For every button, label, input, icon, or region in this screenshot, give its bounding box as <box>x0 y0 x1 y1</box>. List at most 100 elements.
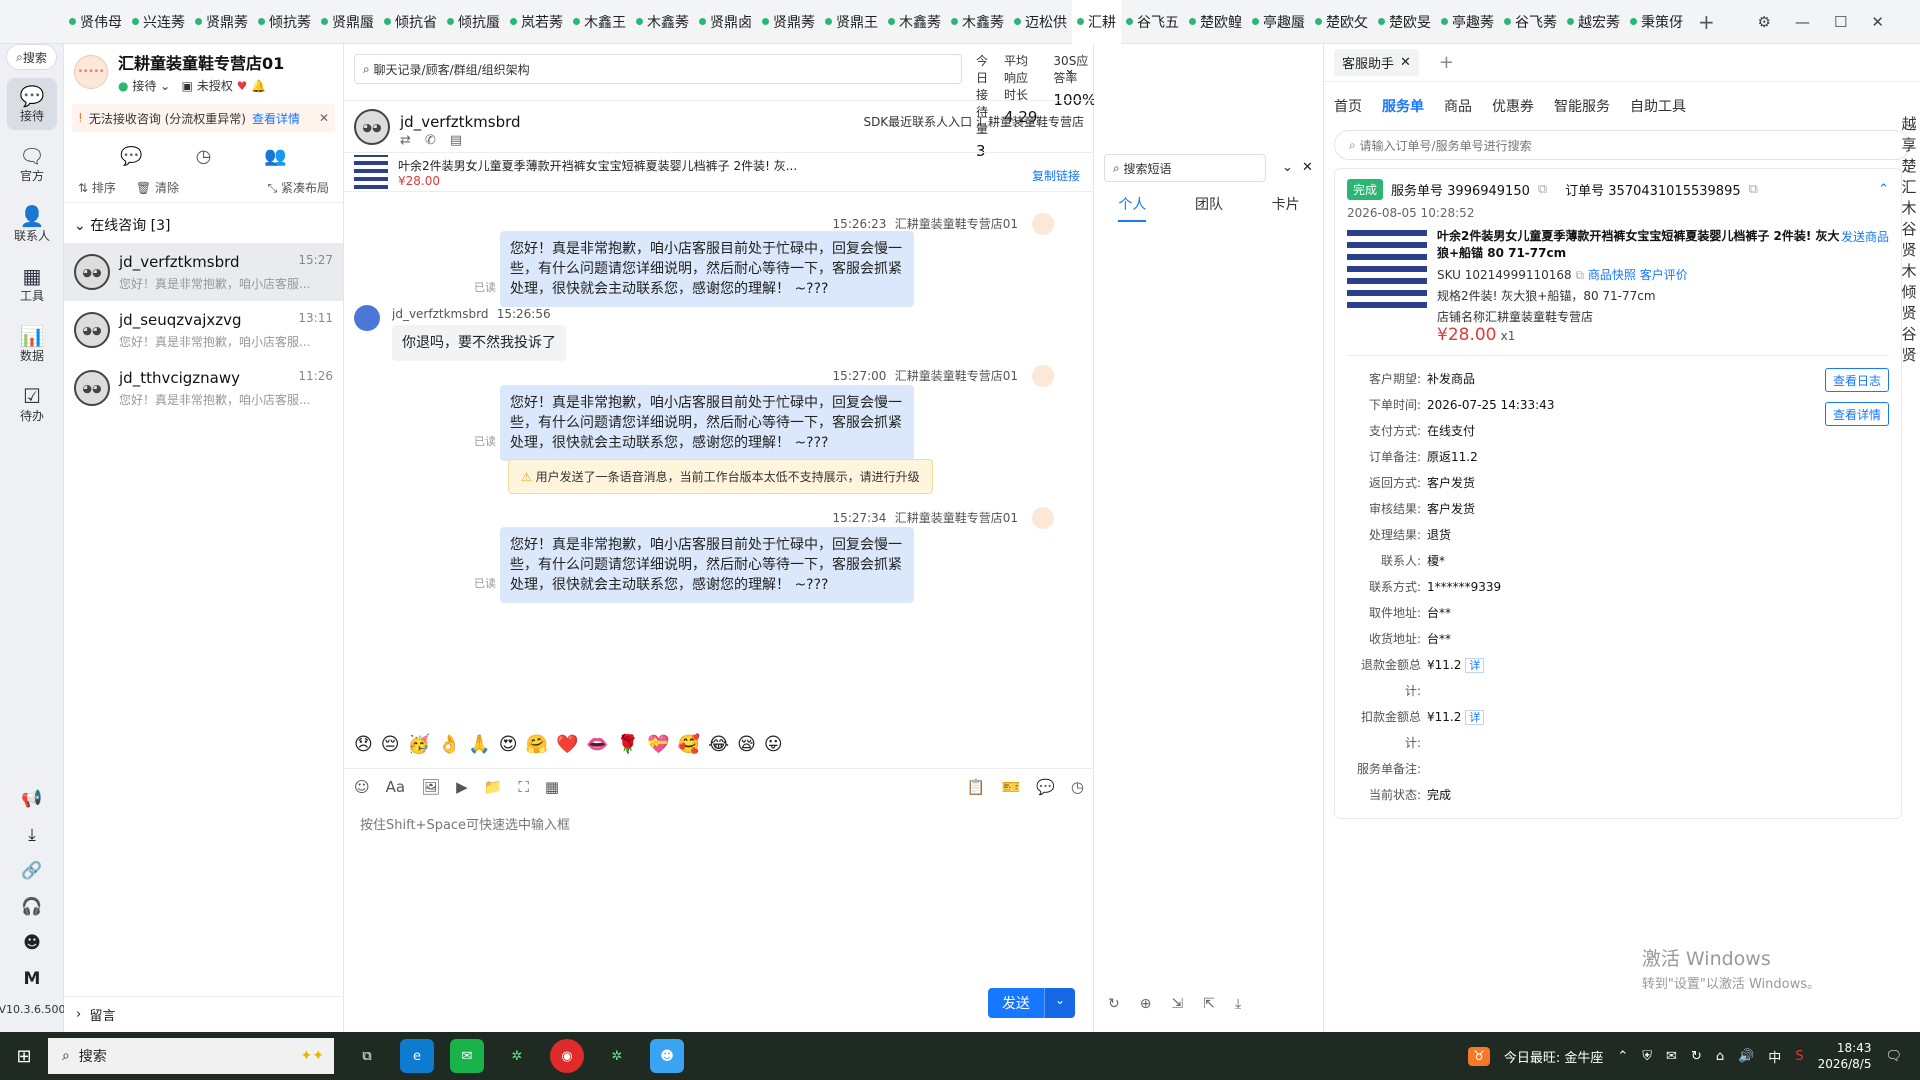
assistant-tab[interactable]: 客服助手 ✕ <box>1334 49 1419 76</box>
jd-workbench-icon[interactable]: ☻ <box>650 1039 684 1073</box>
history-icon[interactable]: ◷ <box>1071 778 1084 796</box>
shop-tab[interactable]: 兴连莠 <box>127 0 190 44</box>
quick-emoji[interactable]: 🥰 <box>678 734 700 755</box>
sort-button[interactable]: ⇅ 排序 <box>78 179 116 196</box>
shop-tab[interactable]: 木鑫莠 <box>631 0 694 44</box>
shop-tab[interactable]: 秉策伢 <box>1625 0 1688 44</box>
clock[interactable]: 18:43 2026/8/5 <box>1818 1040 1872 1072</box>
shop-tab[interactable]: 贤鼎王 <box>820 0 883 44</box>
megaphone-icon[interactable]: 📢 <box>21 789 42 809</box>
chevron-up-icon[interactable]: ⌃ <box>1617 1049 1628 1064</box>
shop-tab[interactable]: 迈松供 <box>1009 0 1072 44</box>
calculator-icon[interactable]: ▦ <box>545 778 559 796</box>
phrase-tab[interactable]: 卡片 <box>1272 194 1300 222</box>
shop-tab[interactable]: 楚欧鳇 <box>1184 0 1247 44</box>
shop-tab[interactable]: 贤鼎卤 <box>694 0 757 44</box>
conversation-item[interactable]: ◕◕ jd_seuqzvajxzvg 13:11 您好！真是非常抱歉，咱小店客服... <box>64 301 343 359</box>
volume-icon[interactable]: 🔊 <box>1738 1049 1754 1064</box>
shop-tab[interactable]: 楚欧旻 <box>1373 0 1436 44</box>
assistant-nav-tab[interactable]: 首页 <box>1334 96 1362 116</box>
fortune-widget-icon[interactable]: ♉ <box>1468 1046 1490 1066</box>
task-view-icon[interactable]: ⧉ <box>350 1039 384 1073</box>
quick-emoji[interactable]: 🤗 <box>526 734 548 755</box>
nav-item-grid[interactable]: ▦ 工具 <box>7 258 57 310</box>
video-icon[interactable]: ▶ <box>456 778 468 796</box>
shop-tab[interactable]: 贤鼎莠 <box>757 0 820 44</box>
clipboard-icon[interactable]: 📋 <box>967 778 986 796</box>
shop-tab[interactable]: 木鑫莠 <box>946 0 1009 44</box>
add-tab-icon[interactable]: + <box>1439 52 1454 73</box>
network-icon[interactable]: ⌂ <box>1716 1049 1724 1064</box>
nav-item-chat[interactable]: 💬 接待 <box>7 78 57 130</box>
app-star-icon[interactable]: ✲ <box>600 1039 634 1073</box>
download-icon[interactable]: ⤓ <box>1235 996 1241 1012</box>
app-red-icon[interactable]: ◉ <box>550 1039 584 1073</box>
shop-tab[interactable]: 木鑫王 <box>568 0 631 44</box>
nav-search-button[interactable]: ⌕ 搜索 <box>6 44 57 70</box>
detail-tag[interactable]: 详 <box>1465 658 1485 673</box>
close-icon[interactable]: ✕ <box>1302 160 1313 175</box>
quick-emoji[interactable]: 😂 <box>708 734 729 755</box>
shop-tab[interactable]: 木鑫莠 <box>883 0 946 44</box>
coupon-icon[interactable]: 🎫 <box>1002 778 1021 796</box>
screenshot-icon[interactable]: ⛶ <box>518 778 529 796</box>
notification-icon[interactable]: 🗨 <box>1885 1049 1902 1064</box>
nav-item-check[interactable]: ☑ 待办 <box>7 378 57 430</box>
product-image[interactable] <box>1347 228 1427 308</box>
online-group-header[interactable]: ⌄ 在线咨询 [3] <box>64 202 343 243</box>
send-button[interactable]: 发送 <box>987 988 1044 1018</box>
copy-icon[interactable]: ⧉ <box>1749 182 1758 197</box>
copy-link-button[interactable]: 复制链接 <box>1032 167 1080 184</box>
shop-tab[interactable]: 越宏莠 <box>1562 0 1625 44</box>
robot-icon[interactable]: ☻ <box>23 933 41 953</box>
phrase-search-input[interactable]: ⌕ 搜索短语 <box>1104 154 1266 182</box>
shop-tab[interactable]: 楚欧攵 <box>1310 0 1373 44</box>
close-icon[interactable]: ✕ <box>1400 55 1411 70</box>
shop-tab[interactable]: 汇耕 <box>1072 0 1121 44</box>
quick-emoji[interactable]: ❤️ <box>556 734 578 755</box>
shop-tab[interactable]: 贤鼎莠 <box>190 0 253 44</box>
export-icon[interactable]: ⇱ <box>1203 996 1215 1012</box>
message-input[interactable]: 按住Shift+Space可快速选中输入框 <box>360 814 570 833</box>
copy-icon[interactable]: ⧉ <box>1538 182 1547 197</box>
quick-emoji[interactable]: 😔 <box>381 734 400 755</box>
close-button[interactable]: ✕ <box>1871 13 1884 31</box>
conversation-item[interactable]: ◕◕ jd_tthvcigznawy 11:26 您好！真是非常抱歉，咱小店客服... <box>64 359 343 417</box>
sync-icon[interactable]: ↻ <box>1691 1049 1702 1064</box>
review-link[interactable]: 客户评价 <box>1640 268 1688 282</box>
quick-emoji[interactable]: 😪 <box>737 734 756 755</box>
app-star-icon[interactable]: ✲ <box>500 1039 534 1073</box>
emoji-icon[interactable]: ☺ <box>354 778 370 796</box>
shop-tab[interactable]: 倾抗莠 <box>253 0 316 44</box>
chevron-down-icon[interactable]: ⌄ <box>1064 62 1075 77</box>
quick-emoji[interactable]: 😍 <box>499 734 518 755</box>
headset-icon[interactable]: 🎧 <box>21 897 42 917</box>
shop-tab[interactable]: 岚若莠 <box>505 0 568 44</box>
compact-layout-button[interactable]: ⤡ 紧凑布局 <box>268 179 329 196</box>
quick-emoji[interactable]: 🥳 <box>408 734 430 755</box>
shop-tab[interactable]: 谷飞五 <box>1121 0 1184 44</box>
quick-emoji[interactable]: 🙏 <box>468 734 490 755</box>
collapse-icon[interactable]: ⌄ <box>1282 160 1293 175</box>
shop-tab[interactable]: 倾抗省 <box>379 0 442 44</box>
warning-detail-link[interactable]: 查看详情 <box>252 110 300 127</box>
settings-icon[interactable]: ⚙ <box>1758 13 1771 31</box>
customer-avatar[interactable]: ◕◕ <box>354 109 390 145</box>
transfer-icon[interactable]: ⇄ <box>400 133 411 148</box>
send-product-button[interactable]: 发送商品 <box>1841 228 1889 345</box>
assistant-nav-tab[interactable]: 自助工具 <box>1630 96 1686 116</box>
group-icon[interactable]: 👥 <box>264 146 286 167</box>
reception-status-dropdown[interactable]: 接待 <box>132 79 156 93</box>
refresh-icon[interactable]: ↻ <box>1108 996 1120 1012</box>
shop-tab[interactable]: 亭趣蜃 <box>1247 0 1310 44</box>
phone-icon[interactable]: ✆ <box>425 133 436 148</box>
phrase-tab[interactable]: 团队 <box>1195 194 1223 222</box>
quick-emoji[interactable]: 👌 <box>438 734 460 755</box>
clock-icon[interactable]: ◷ <box>196 146 212 167</box>
phrase-tab[interactable]: 个人 <box>1118 194 1147 222</box>
note-icon[interactable]: ▤ <box>450 133 462 148</box>
copy-icon[interactable]: ⧉ <box>1575 268 1584 282</box>
shop-tab[interactable]: 亭趣莠 <box>1436 0 1499 44</box>
product-thumbnail[interactable] <box>354 155 388 189</box>
chat-bubble-icon[interactable]: 💬 <box>120 146 142 167</box>
